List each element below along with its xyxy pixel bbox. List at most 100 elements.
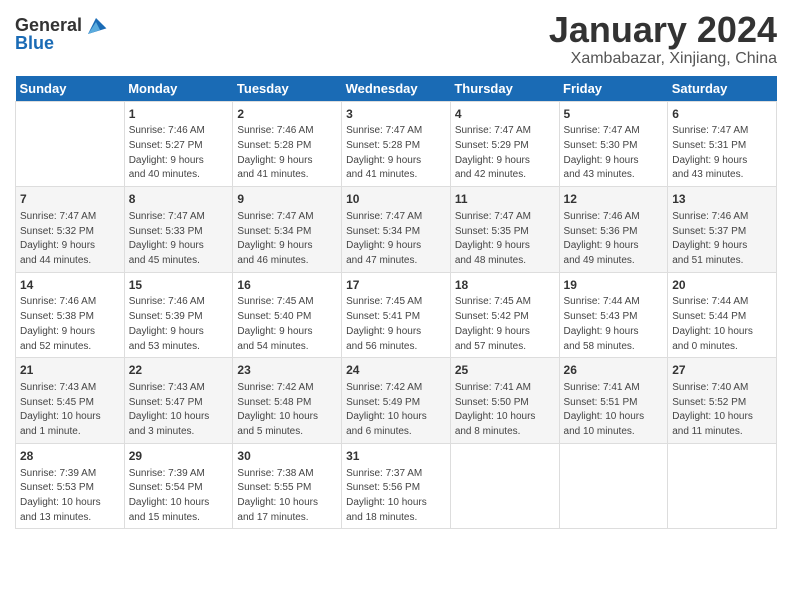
- day-number: 8: [129, 191, 229, 208]
- day-number: 24: [346, 362, 446, 379]
- day-number: 29: [129, 448, 229, 465]
- logo-icon: [84, 14, 108, 38]
- calendar-cell: 13 Sunrise: 7:46 AM Sunset: 5:37 PM Dayli…: [668, 187, 777, 273]
- day-number: 7: [20, 191, 120, 208]
- calendar-cell: 6Sunrise: 7:47 AM Sunset: 5:31 PM Daylig…: [668, 101, 777, 187]
- day-number: 25: [455, 362, 555, 379]
- title-block: January 2024 Xambabazar, Xinjiang, China: [549, 10, 777, 68]
- calendar-cell: 3 Sunrise: 7:47 AM Sunset: 5:28 PM Daylig…: [342, 101, 451, 187]
- day-number: 20: [672, 277, 772, 294]
- day-info: Sunrise: 7:40 AM Sunset: 5:52 PM Dayligh…: [672, 382, 753, 437]
- day-info: Sunrise: 7:47 AM Sunset: 5:30 PM Dayligh…: [564, 125, 640, 180]
- calendar-cell: 4Sunrise: 7:47 AM Sunset: 5:29 PM Daylig…: [450, 101, 559, 187]
- day-number: 13: [672, 191, 772, 208]
- day-number: 30: [237, 448, 337, 465]
- logo: General Blue: [15, 14, 108, 54]
- day-info: Sunrise: 7:47 AM Sunset: 5:35 PM Dayligh…: [455, 211, 531, 266]
- calendar-cell: 18 Sunrise: 7:45 AM Sunset: 5:42 PM Dayli…: [450, 272, 559, 358]
- calendar-cell: 29 Sunrise: 7:39 AM Sunset: 5:54 PM Dayli…: [124, 443, 233, 529]
- day-info: Sunrise: 7:45 AM Sunset: 5:40 PM Dayligh…: [237, 296, 313, 351]
- day-number: 16: [237, 277, 337, 294]
- day-info: Sunrise: 7:46 AM Sunset: 5:36 PM Dayligh…: [564, 211, 640, 266]
- day-info: Sunrise: 7:47 AM Sunset: 5:34 PM Dayligh…: [346, 211, 422, 266]
- day-info: Sunrise: 7:45 AM Sunset: 5:42 PM Dayligh…: [455, 296, 531, 351]
- calendar-cell: 30 Sunrise: 7:38 AM Sunset: 5:55 PM Dayli…: [233, 443, 342, 529]
- page-container: General Blue January 2024 Xambabazar, Xi…: [0, 0, 792, 539]
- calendar-cell: 21 Sunrise: 7:43 AM Sunset: 5:45 PM Dayli…: [16, 358, 125, 444]
- calendar-cell: 25Sunrise: 7:41 AM Sunset: 5:50 PM Dayli…: [450, 358, 559, 444]
- calendar-cell: 9Sunrise: 7:47 AM Sunset: 5:34 PM Daylig…: [233, 187, 342, 273]
- weekday-header-saturday: Saturday: [668, 76, 777, 102]
- weekday-header-sunday: Sunday: [16, 76, 125, 102]
- day-number: 12: [564, 191, 664, 208]
- calendar-cell: 17 Sunrise: 7:45 AM Sunset: 5:41 PM Dayli…: [342, 272, 451, 358]
- calendar-cell: 19Sunrise: 7:44 AM Sunset: 5:43 PM Dayli…: [559, 272, 668, 358]
- page-header: General Blue January 2024 Xambabazar, Xi…: [15, 10, 777, 68]
- day-info: Sunrise: 7:47 AM Sunset: 5:32 PM Dayligh…: [20, 211, 96, 266]
- calendar-cell: 5 Sunrise: 7:47 AM Sunset: 5:30 PM Daylig…: [559, 101, 668, 187]
- day-number: 1: [129, 106, 229, 123]
- calendar-week-row: 7 Sunrise: 7:47 AM Sunset: 5:32 PM Daylig…: [16, 187, 777, 273]
- day-number: 26: [564, 362, 664, 379]
- day-number: 17: [346, 277, 446, 294]
- day-number: 5: [564, 106, 664, 123]
- calendar-cell: 8 Sunrise: 7:47 AM Sunset: 5:33 PM Daylig…: [124, 187, 233, 273]
- weekday-header-monday: Monday: [124, 76, 233, 102]
- day-info: Sunrise: 7:39 AM Sunset: 5:54 PM Dayligh…: [129, 468, 210, 523]
- day-info: Sunrise: 7:44 AM Sunset: 5:43 PM Dayligh…: [564, 296, 640, 351]
- day-info: Sunrise: 7:42 AM Sunset: 5:48 PM Dayligh…: [237, 382, 318, 437]
- calendar-cell: 20 Sunrise: 7:44 AM Sunset: 5:44 PM Dayli…: [668, 272, 777, 358]
- calendar-cell: [559, 443, 668, 529]
- day-info: Sunrise: 7:38 AM Sunset: 5:55 PM Dayligh…: [237, 468, 318, 523]
- day-info: Sunrise: 7:47 AM Sunset: 5:28 PM Dayligh…: [346, 125, 422, 180]
- calendar-cell: 1 Sunrise: 7:46 AM Sunset: 5:27 PM Daylig…: [124, 101, 233, 187]
- weekday-header-row: SundayMondayTuesdayWednesdayThursdayFrid…: [16, 76, 777, 102]
- day-number: 14: [20, 277, 120, 294]
- calendar-cell: 11 Sunrise: 7:47 AM Sunset: 5:35 PM Dayli…: [450, 187, 559, 273]
- day-number: 27: [672, 362, 772, 379]
- calendar-cell: [450, 443, 559, 529]
- calendar-week-row: 1 Sunrise: 7:46 AM Sunset: 5:27 PM Daylig…: [16, 101, 777, 187]
- day-info: Sunrise: 7:44 AM Sunset: 5:44 PM Dayligh…: [672, 296, 753, 351]
- calendar-cell: 12 Sunrise: 7:46 AM Sunset: 5:36 PM Dayli…: [559, 187, 668, 273]
- calendar-cell: 15Sunrise: 7:46 AM Sunset: 5:39 PM Dayli…: [124, 272, 233, 358]
- day-number: 2: [237, 106, 337, 123]
- day-number: 21: [20, 362, 120, 379]
- day-info: Sunrise: 7:47 AM Sunset: 5:34 PM Dayligh…: [237, 211, 313, 266]
- day-info: Sunrise: 7:45 AM Sunset: 5:41 PM Dayligh…: [346, 296, 422, 351]
- calendar-cell: [16, 101, 125, 187]
- day-info: Sunrise: 7:37 AM Sunset: 5:56 PM Dayligh…: [346, 468, 427, 523]
- weekday-header-tuesday: Tuesday: [233, 76, 342, 102]
- calendar-cell: 14Sunrise: 7:46 AM Sunset: 5:38 PM Dayli…: [16, 272, 125, 358]
- day-info: Sunrise: 7:46 AM Sunset: 5:27 PM Dayligh…: [129, 125, 205, 180]
- day-number: 31: [346, 448, 446, 465]
- calendar-cell: [668, 443, 777, 529]
- day-info: Sunrise: 7:43 AM Sunset: 5:47 PM Dayligh…: [129, 382, 210, 437]
- calendar-week-row: 14Sunrise: 7:46 AM Sunset: 5:38 PM Dayli…: [16, 272, 777, 358]
- calendar-cell: 31 Sunrise: 7:37 AM Sunset: 5:56 PM Dayli…: [342, 443, 451, 529]
- day-info: Sunrise: 7:41 AM Sunset: 5:51 PM Dayligh…: [564, 382, 645, 437]
- day-info: Sunrise: 7:46 AM Sunset: 5:37 PM Dayligh…: [672, 211, 748, 266]
- calendar-body: 1 Sunrise: 7:46 AM Sunset: 5:27 PM Daylig…: [16, 101, 777, 529]
- weekday-header-thursday: Thursday: [450, 76, 559, 102]
- day-number: 22: [129, 362, 229, 379]
- day-number: 3: [346, 106, 446, 123]
- calendar-cell: 22 Sunrise: 7:43 AM Sunset: 5:47 PM Dayli…: [124, 358, 233, 444]
- day-number: 18: [455, 277, 555, 294]
- day-info: Sunrise: 7:42 AM Sunset: 5:49 PM Dayligh…: [346, 382, 427, 437]
- day-info: Sunrise: 7:47 AM Sunset: 5:31 PM Dayligh…: [672, 125, 748, 180]
- day-number: 11: [455, 191, 555, 208]
- day-info: Sunrise: 7:43 AM Sunset: 5:45 PM Dayligh…: [20, 382, 101, 437]
- calendar-cell: 28Sunrise: 7:39 AM Sunset: 5:53 PM Dayli…: [16, 443, 125, 529]
- day-info: Sunrise: 7:46 AM Sunset: 5:28 PM Dayligh…: [237, 125, 313, 180]
- day-number: 4: [455, 106, 555, 123]
- calendar-cell: 26 Sunrise: 7:41 AM Sunset: 5:51 PM Dayli…: [559, 358, 668, 444]
- day-info: Sunrise: 7:47 AM Sunset: 5:33 PM Dayligh…: [129, 211, 205, 266]
- day-number: 23: [237, 362, 337, 379]
- day-number: 10: [346, 191, 446, 208]
- calendar-table: SundayMondayTuesdayWednesdayThursdayFrid…: [15, 76, 777, 530]
- calendar-cell: 27 Sunrise: 7:40 AM Sunset: 5:52 PM Dayli…: [668, 358, 777, 444]
- calendar-cell: 16 Sunrise: 7:45 AM Sunset: 5:40 PM Dayli…: [233, 272, 342, 358]
- day-info: Sunrise: 7:39 AM Sunset: 5:53 PM Dayligh…: [20, 468, 101, 523]
- calendar-cell: 23 Sunrise: 7:42 AM Sunset: 5:48 PM Dayli…: [233, 358, 342, 444]
